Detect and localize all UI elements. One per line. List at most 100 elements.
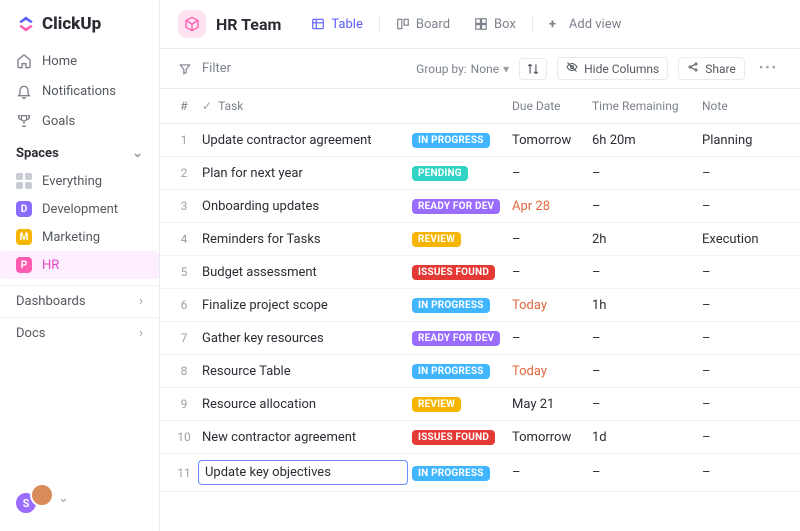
nav-goals[interactable]: Goals (0, 106, 159, 136)
task-time-remaining[interactable]: 2h (588, 230, 698, 249)
task-name[interactable]: Gather key resources (198, 329, 408, 348)
col-task[interactable]: ✓ Task (198, 97, 408, 115)
task-time-remaining[interactable]: – (588, 263, 698, 282)
col-note[interactable]: Note (698, 97, 788, 115)
task-time-remaining[interactable]: – (588, 362, 698, 381)
table-row[interactable]: 7 Gather key resources READY FOR DEV – –… (160, 322, 800, 355)
task-time-remaining[interactable]: 1d (588, 428, 698, 447)
task-time-remaining[interactable]: 6h 20m (588, 131, 698, 150)
hide-columns-button[interactable]: Hide Columns (557, 57, 668, 80)
task-name[interactable]: Budget assessment (198, 263, 408, 282)
add-view-button[interactable]: + Add view (539, 13, 632, 36)
table-row[interactable]: 6 Finalize project scope IN PROGRESS Tod… (160, 289, 800, 322)
filter-label[interactable]: Filter (202, 61, 231, 76)
task-status[interactable]: IN PROGRESS (408, 295, 508, 315)
task-time-remaining[interactable]: – (588, 164, 698, 183)
col-status[interactable] (408, 104, 508, 108)
task-due[interactable]: – (508, 463, 588, 482)
task-status[interactable]: ISSUES FOUND (408, 427, 508, 447)
table-row[interactable]: 5 Budget assessment ISSUES FOUND – – – (160, 256, 800, 289)
task-status[interactable]: READY FOR DEV (408, 328, 508, 348)
task-note[interactable]: – (698, 463, 788, 482)
task-name[interactable]: Resource Table (198, 362, 408, 381)
sidebar-dashboards[interactable]: Dashboards › (0, 285, 159, 317)
table-row[interactable]: 8 Resource Table IN PROGRESS Today – – (160, 355, 800, 388)
task-due[interactable]: Today (508, 362, 588, 381)
task-name[interactable]: New contractor agreement (198, 428, 408, 447)
task-note[interactable]: – (698, 197, 788, 216)
task-note[interactable]: Execution (698, 230, 788, 249)
task-due[interactable]: Tomorrow (508, 428, 588, 447)
task-status[interactable]: IN PROGRESS (408, 361, 508, 381)
task-time-remaining[interactable]: – (588, 395, 698, 414)
task-status[interactable]: IN PROGRESS (408, 463, 508, 483)
task-note[interactable]: – (698, 362, 788, 381)
task-due[interactable]: Tomorrow (508, 131, 588, 150)
task-name[interactable]: Plan for next year (198, 164, 408, 183)
task-status[interactable]: PENDING (408, 163, 508, 183)
task-due[interactable]: Today (508, 296, 588, 315)
share-button[interactable]: Share (678, 57, 745, 80)
task-status[interactable]: READY FOR DEV (408, 196, 508, 216)
view-board[interactable]: Board (386, 13, 460, 36)
task-time-remaining[interactable]: – (588, 329, 698, 348)
page-title[interactable]: HR Team (178, 10, 281, 38)
table-row[interactable]: 1 Update contractor agreement IN PROGRES… (160, 124, 800, 157)
task-time-remaining[interactable]: – (588, 463, 698, 482)
sidebar-item-marketing[interactable]: MMarketing (0, 223, 159, 251)
task-name[interactable]: Update key objectives (198, 460, 408, 485)
task-status[interactable]: IN PROGRESS (408, 130, 508, 150)
sidebar-item-label: Marketing (42, 230, 100, 245)
task-note[interactable]: – (698, 428, 788, 447)
task-note[interactable]: – (698, 263, 788, 282)
sidebar-item-hr[interactable]: PHR (0, 251, 159, 279)
sidebar-item-everything[interactable]: Everything (0, 167, 159, 195)
table-row[interactable]: 4 Reminders for Tasks REVIEW – 2h Execut… (160, 223, 800, 256)
sort-button[interactable] (519, 58, 547, 80)
task-note[interactable]: – (698, 164, 788, 183)
task-name[interactable]: Finalize project scope (198, 296, 408, 315)
table-row[interactable]: 3 Onboarding updates READY FOR DEV Apr 2… (160, 190, 800, 223)
col-due[interactable]: Due Date (508, 97, 588, 115)
sidebar-item-development[interactable]: DDevelopment (0, 195, 159, 223)
col-num[interactable]: # (170, 97, 198, 115)
task-status[interactable]: REVIEW (408, 229, 508, 249)
filter-icon[interactable] (178, 62, 192, 76)
task-status[interactable]: REVIEW (408, 394, 508, 414)
task-name[interactable]: Reminders for Tasks (198, 230, 408, 249)
task-name[interactable]: Update contractor agreement (198, 131, 408, 150)
table-icon (311, 17, 325, 31)
table-row[interactable]: 2 Plan for next year PENDING – – – (160, 157, 800, 190)
task-due[interactable]: May 21 (508, 395, 588, 414)
more-menu-button[interactable]: ••• (755, 61, 782, 76)
task-status[interactable]: ISSUES FOUND (408, 262, 508, 282)
nav-notifications[interactable]: Notifications (0, 76, 159, 106)
task-name[interactable]: Onboarding updates (198, 197, 408, 216)
view-table[interactable]: Table (301, 13, 372, 36)
space-list: DDevelopmentMMarketingPHR (0, 195, 159, 279)
task-due[interactable]: Apr 28 (508, 197, 588, 216)
task-due[interactable]: – (508, 230, 588, 249)
table-row[interactable]: 11 Update key objectives IN PROGRESS – –… (160, 454, 800, 492)
task-time-remaining[interactable]: 1h (588, 296, 698, 315)
view-box[interactable]: Box (464, 13, 526, 36)
table-row[interactable]: 10 New contractor agreement ISSUES FOUND… (160, 421, 800, 454)
task-time-remaining[interactable]: – (588, 197, 698, 216)
task-name[interactable]: Resource allocation (198, 395, 408, 414)
nav-home[interactable]: Home (0, 46, 159, 76)
groupby[interactable]: Group by: None ▾ (416, 62, 509, 76)
sidebar-docs[interactable]: Docs › (0, 317, 159, 349)
chevron-down-icon[interactable]: ⌄ (58, 491, 69, 506)
brand[interactable]: ClickUp (0, 8, 159, 46)
spaces-header[interactable]: Spaces ⌄ (0, 136, 159, 167)
task-due[interactable]: – (508, 329, 588, 348)
table-row[interactable]: 9 Resource allocation REVIEW May 21 – – (160, 388, 800, 421)
task-note[interactable]: – (698, 296, 788, 315)
col-time[interactable]: Time Remaining (588, 97, 698, 115)
task-note[interactable]: – (698, 329, 788, 348)
avatar[interactable] (30, 483, 54, 507)
task-due[interactable]: – (508, 263, 588, 282)
task-note[interactable]: Planning (698, 131, 788, 150)
task-note[interactable]: – (698, 395, 788, 414)
task-due[interactable]: – (508, 164, 588, 183)
